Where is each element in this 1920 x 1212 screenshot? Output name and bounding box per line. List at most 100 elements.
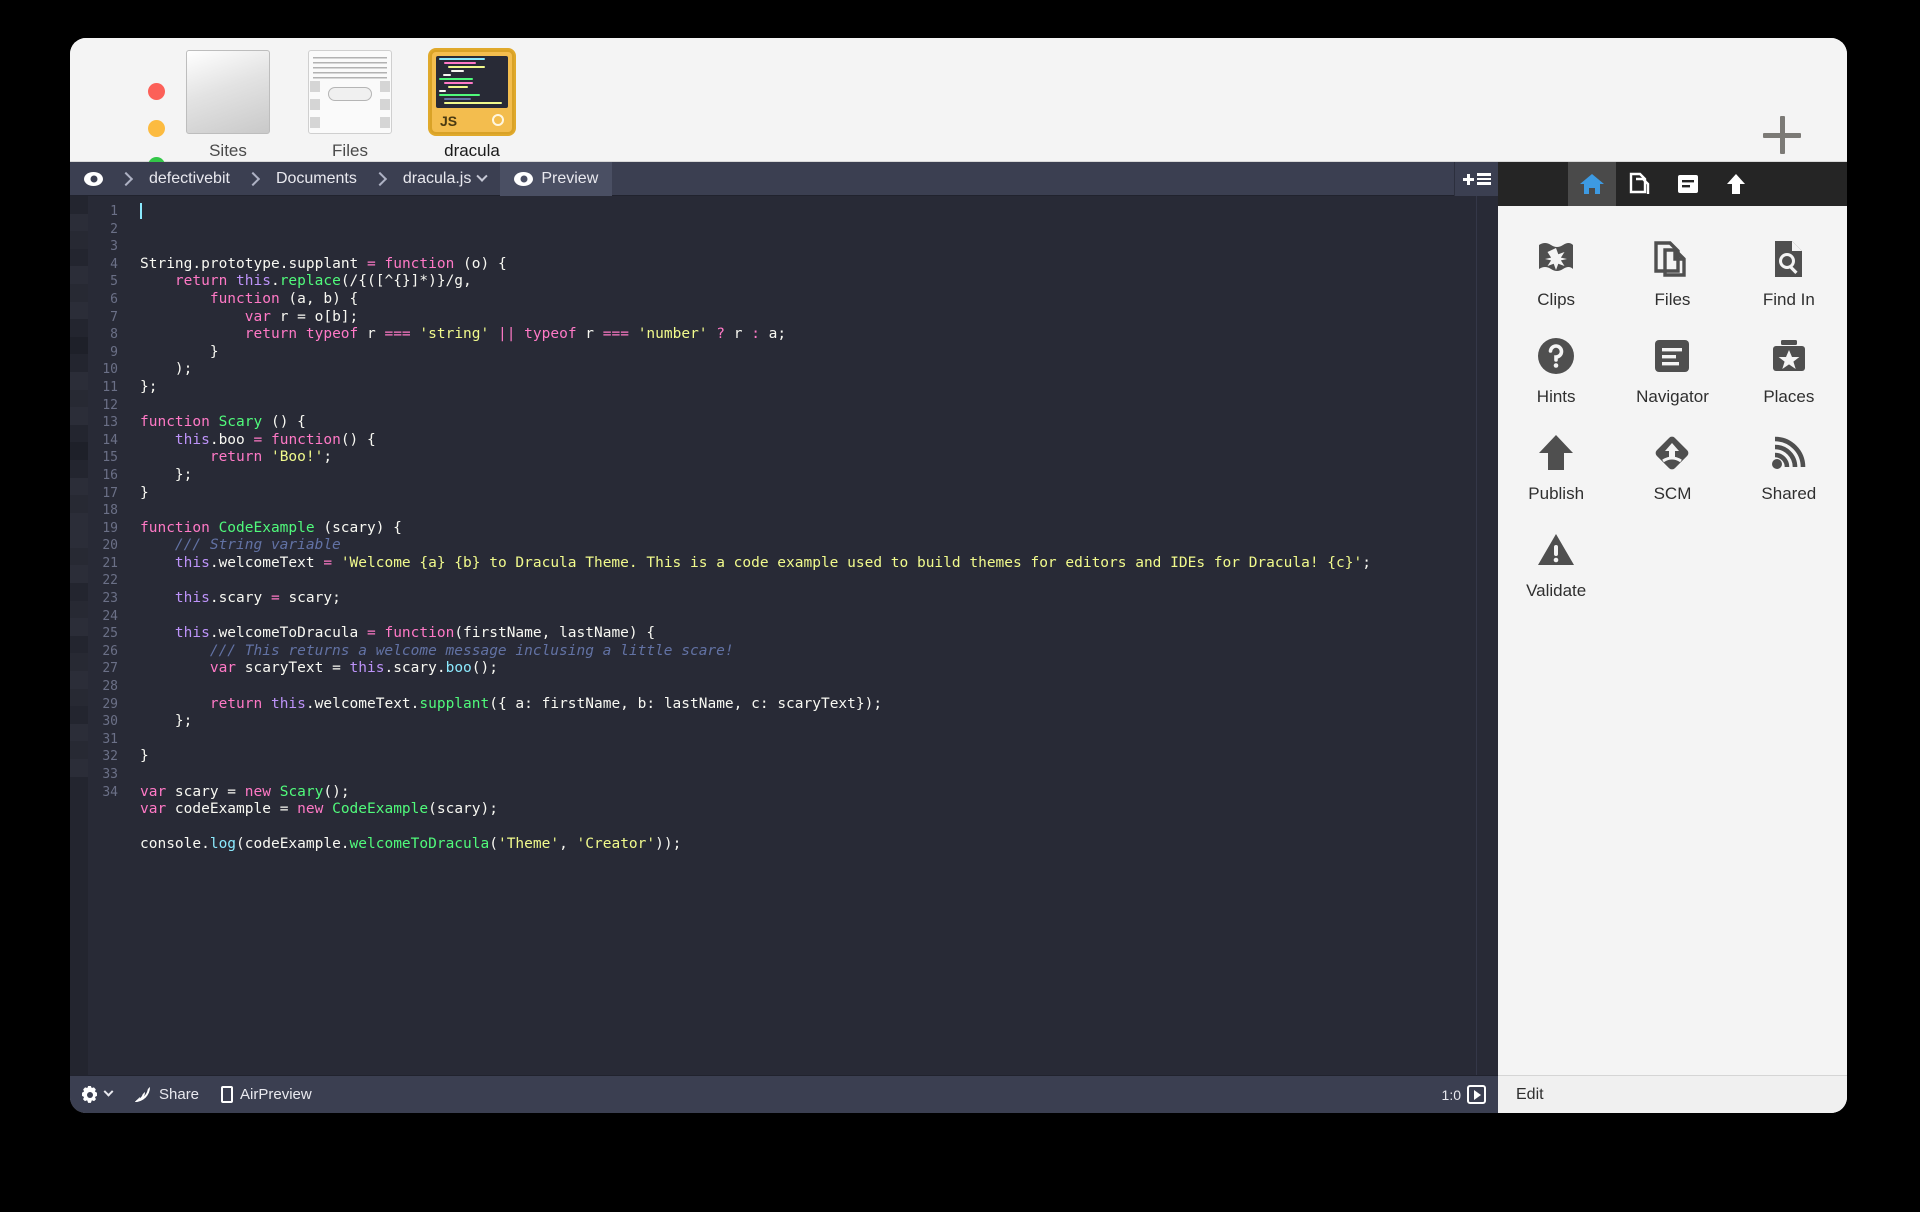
code-token: = bbox=[358, 625, 384, 641]
code-line: this.scary = scary; bbox=[140, 590, 1476, 608]
fold-marker[interactable] bbox=[70, 759, 88, 777]
code-token: r bbox=[577, 326, 603, 342]
fold-marker[interactable] bbox=[70, 249, 88, 267]
right-panel: Clips Files bbox=[1498, 162, 1847, 1113]
run-button[interactable] bbox=[1467, 1085, 1486, 1104]
airpreview-button[interactable]: AirPreview bbox=[210, 1076, 323, 1114]
fold-marker[interactable] bbox=[70, 284, 88, 302]
code-token: supplant bbox=[288, 256, 358, 272]
fold-marker[interactable] bbox=[70, 689, 88, 707]
fold-marker[interactable] bbox=[70, 741, 88, 759]
code-token: ); bbox=[140, 361, 192, 377]
fold-marker[interactable] bbox=[70, 565, 88, 583]
fold-marker[interactable] bbox=[70, 337, 88, 355]
code-line: return this.welcomeText.supplant({ a: fi… bbox=[140, 696, 1476, 714]
fold-marker[interactable] bbox=[70, 460, 88, 478]
fold-marker[interactable] bbox=[70, 214, 88, 232]
breadcrumb-item-preview[interactable]: Preview bbox=[500, 162, 612, 196]
code-token: function bbox=[140, 414, 210, 430]
right-panel-footer: Edit bbox=[1498, 1075, 1847, 1113]
panel-item-clips[interactable]: Clips bbox=[1498, 236, 1614, 333]
fold-marker[interactable] bbox=[70, 618, 88, 636]
doc-tab-dracula[interactable]: JS dracula bbox=[424, 50, 520, 161]
breadcrumb-item-file[interactable]: dracula.js bbox=[389, 162, 500, 196]
share-button[interactable]: Share bbox=[123, 1076, 210, 1114]
close-button[interactable] bbox=[148, 83, 165, 100]
fold-marker[interactable] bbox=[70, 636, 88, 654]
fold-marker[interactable] bbox=[70, 407, 88, 425]
code-token: scary; bbox=[288, 590, 340, 606]
tab-document[interactable] bbox=[1664, 162, 1712, 206]
add-document-button[interactable] bbox=[1763, 116, 1801, 154]
fold-marker[interactable] bbox=[70, 372, 88, 390]
panel-item-shared[interactable]: Shared bbox=[1731, 430, 1847, 527]
fold-marker[interactable] bbox=[70, 425, 88, 443]
code-marker-strip[interactable] bbox=[70, 196, 88, 1075]
fold-marker[interactable] bbox=[70, 354, 88, 372]
fold-marker[interactable] bbox=[70, 196, 88, 214]
panel-item-publish[interactable]: Publish bbox=[1498, 430, 1614, 527]
edit-label: Edit bbox=[1516, 1086, 1544, 1104]
panel-item-places[interactable]: Places bbox=[1731, 333, 1847, 430]
fold-marker[interactable] bbox=[70, 653, 88, 671]
code-token: . bbox=[384, 660, 393, 676]
doc-tab-files[interactable]: Files bbox=[302, 50, 398, 161]
panel-item-navigator[interactable]: Navigator bbox=[1614, 333, 1730, 430]
fold-marker[interactable] bbox=[70, 478, 88, 496]
breadcrumb-item-documents[interactable]: Documents bbox=[262, 162, 371, 196]
code-token: 'Welcome {a} {b} to Dracula Theme. This … bbox=[341, 555, 1362, 571]
code-token: . bbox=[437, 660, 446, 676]
code-token: welcomeText bbox=[219, 555, 315, 571]
breadcrumb-root[interactable] bbox=[70, 162, 117, 196]
fold-marker[interactable] bbox=[70, 601, 88, 619]
code-line: console.log(codeExample.welcomeToDracula… bbox=[140, 836, 1476, 854]
hints-icon bbox=[1536, 333, 1576, 379]
line-number: 17 bbox=[88, 485, 126, 503]
code-token: Scary bbox=[219, 414, 263, 430]
code-line: var scary = new Scary(); bbox=[140, 784, 1476, 802]
vertical-scrollbar[interactable] bbox=[1476, 196, 1498, 1075]
editor-pane: defectivebit Documents dracula.js Previe… bbox=[70, 162, 1498, 1113]
panel-item-validate[interactable]: Validate bbox=[1498, 527, 1614, 624]
code-token: = bbox=[245, 432, 271, 448]
panel-item-scm[interactable]: SCM bbox=[1614, 430, 1730, 527]
fold-marker[interactable] bbox=[70, 777, 88, 795]
code-line: function CodeExample (scary) { bbox=[140, 520, 1476, 538]
fold-marker[interactable] bbox=[70, 706, 88, 724]
code-token: }; bbox=[140, 467, 192, 483]
fold-marker[interactable] bbox=[70, 583, 88, 601]
shared-icon bbox=[1769, 430, 1809, 476]
fold-marker[interactable] bbox=[70, 231, 88, 249]
add-list-icon[interactable] bbox=[1454, 162, 1498, 196]
fold-marker[interactable] bbox=[70, 302, 88, 320]
code-token: typeof bbox=[515, 326, 576, 342]
tab-upload[interactable] bbox=[1712, 162, 1760, 206]
panel-item-find-in[interactable]: Find In bbox=[1731, 236, 1847, 333]
line-number-gutter: 1234567891011121314151617181920212223242… bbox=[88, 196, 126, 1075]
fold-marker[interactable] bbox=[70, 266, 88, 284]
breadcrumb-item-defectivebit[interactable]: defectivebit bbox=[135, 162, 244, 196]
fold-marker[interactable] bbox=[70, 319, 88, 337]
code-text[interactable]: String.prototype.supplant = function (o)… bbox=[126, 196, 1476, 1075]
fold-marker[interactable] bbox=[70, 530, 88, 548]
code-token: var bbox=[140, 801, 166, 817]
fold-marker[interactable] bbox=[70, 724, 88, 742]
fold-marker[interactable] bbox=[70, 442, 88, 460]
settings-gear-button[interactable] bbox=[70, 1076, 123, 1114]
fold-marker[interactable] bbox=[70, 671, 88, 689]
tab-copy[interactable] bbox=[1616, 162, 1664, 206]
panel-item-hints[interactable]: Hints bbox=[1498, 333, 1614, 430]
code-token: return bbox=[175, 273, 227, 289]
panel-item-files[interactable]: Files bbox=[1614, 236, 1730, 333]
tab-home[interactable] bbox=[1568, 162, 1616, 206]
code-token bbox=[489, 326, 498, 342]
doc-tab-sites[interactable]: Sites bbox=[180, 50, 276, 161]
minimize-button[interactable] bbox=[148, 120, 165, 137]
line-number: 2 bbox=[88, 221, 126, 239]
fold-marker[interactable] bbox=[70, 548, 88, 566]
code-token: boo bbox=[219, 432, 245, 448]
line-number: 12 bbox=[88, 397, 126, 415]
fold-marker[interactable] bbox=[70, 495, 88, 513]
fold-marker[interactable] bbox=[70, 513, 88, 531]
fold-marker[interactable] bbox=[70, 390, 88, 408]
